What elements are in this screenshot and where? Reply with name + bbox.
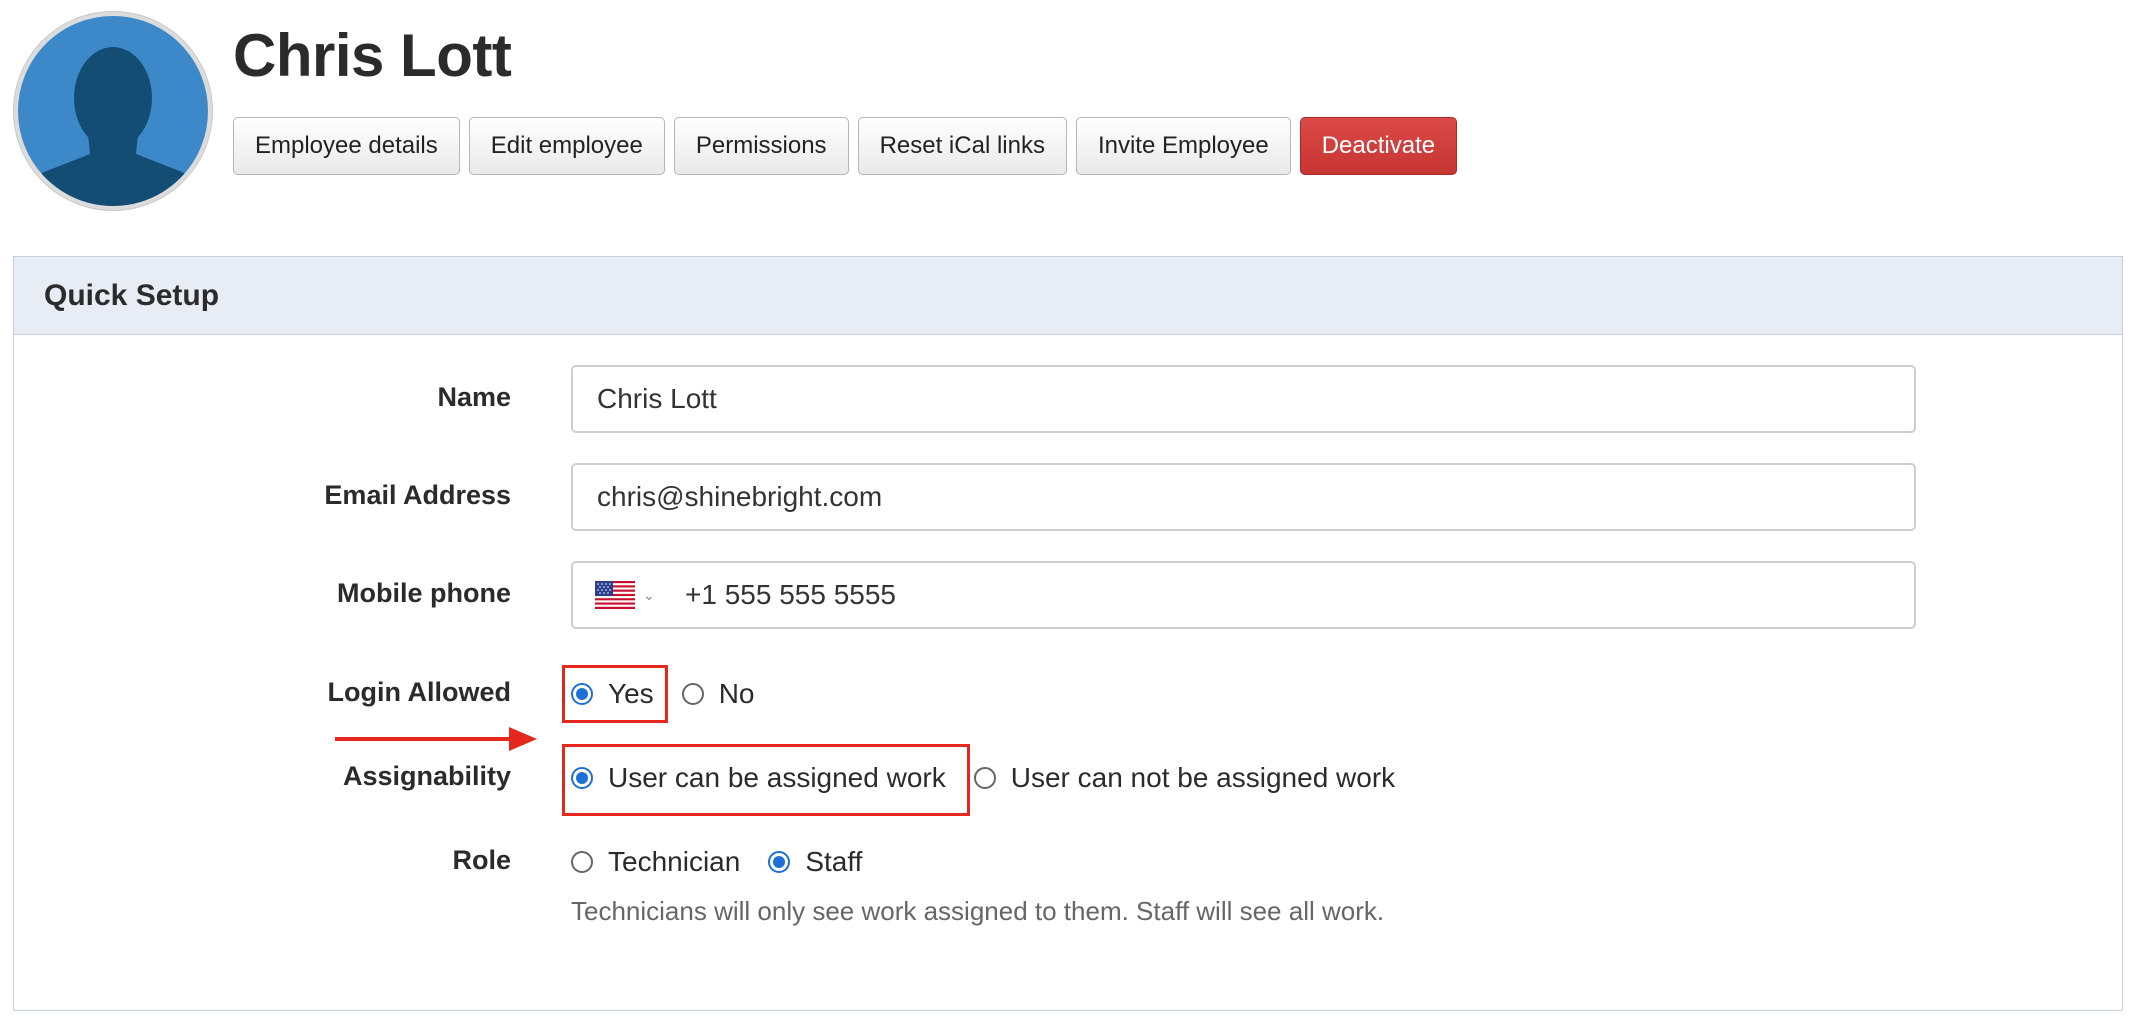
not-assignable-label: User can not be assigned work — [1010, 762, 1396, 793]
permissions-button[interactable]: Permissions — [673, 117, 849, 175]
reset-ical-links-button[interactable]: Reset iCal links — [857, 117, 1067, 175]
name-input[interactable] — [571, 365, 1916, 433]
role-technician-option[interactable]: Technician — [571, 846, 740, 878]
login-allowed-label: Login Allowed — [327, 677, 511, 707]
assignable-radio[interactable] — [571, 767, 593, 789]
assignable-option[interactable]: User can be assigned work — [571, 762, 946, 794]
login-no-option[interactable]: No — [681, 678, 755, 710]
login-allowed-group: Yes No — [571, 674, 782, 714]
us-flag-icon — [595, 581, 635, 609]
avatar — [14, 12, 212, 210]
role-label: Role — [452, 845, 511, 875]
role-help-text: Technicians will only see work assigned … — [571, 896, 1385, 926]
panel-header: Quick Setup — [14, 257, 2122, 335]
invite-employee-button[interactable]: Invite Employee — [1075, 117, 1291, 175]
page-title: Chris Lott — [233, 22, 512, 89]
not-assignable-option[interactable]: User can not be assigned work — [973, 762, 1396, 794]
email-input[interactable] — [571, 463, 1916, 531]
country-selector[interactable]: ⌄ — [595, 581, 683, 609]
role-technician-label: Technician — [608, 846, 741, 877]
role-staff-label: Staff — [805, 846, 863, 877]
role-staff-option[interactable]: Staff — [768, 846, 862, 878]
panel-title: Quick Setup — [44, 278, 220, 312]
annotation-arrow-icon — [335, 727, 537, 751]
assignability-label: Assignability — [342, 761, 511, 791]
role-group: Technician Staff — [571, 842, 890, 882]
mobile-phone-label: Mobile phone — [337, 578, 511, 608]
role-technician-radio[interactable] — [571, 851, 593, 873]
login-no-label: No — [718, 678, 755, 709]
person-silhouette-icon — [18, 47, 208, 206]
name-label: Name — [437, 382, 511, 412]
deactivate-button[interactable]: Deactivate — [1299, 117, 1458, 175]
role-staff-radio[interactable] — [768, 851, 791, 873]
chevron-down-icon: ⌄ — [643, 586, 655, 603]
employee-details-button[interactable]: Employee details — [233, 117, 460, 175]
not-assignable-radio[interactable] — [973, 767, 996, 789]
login-yes-label: Yes — [608, 678, 654, 709]
login-no-radio[interactable] — [681, 683, 704, 705]
login-yes-option[interactable]: Yes — [571, 678, 654, 710]
edit-employee-button[interactable]: Edit employee — [468, 117, 665, 175]
assignable-label: User can be assigned work — [608, 762, 946, 793]
email-label: Email Address — [324, 480, 511, 510]
assignability-group: User can be assigned work User can not b… — [571, 758, 1423, 798]
login-yes-radio[interactable] — [571, 683, 593, 705]
mobile-phone-input[interactable] — [683, 578, 1587, 612]
action-toolbar: Employee details Edit employee Permissio… — [233, 117, 1458, 175]
mobile-phone-field: ⌄ — [571, 561, 1916, 629]
